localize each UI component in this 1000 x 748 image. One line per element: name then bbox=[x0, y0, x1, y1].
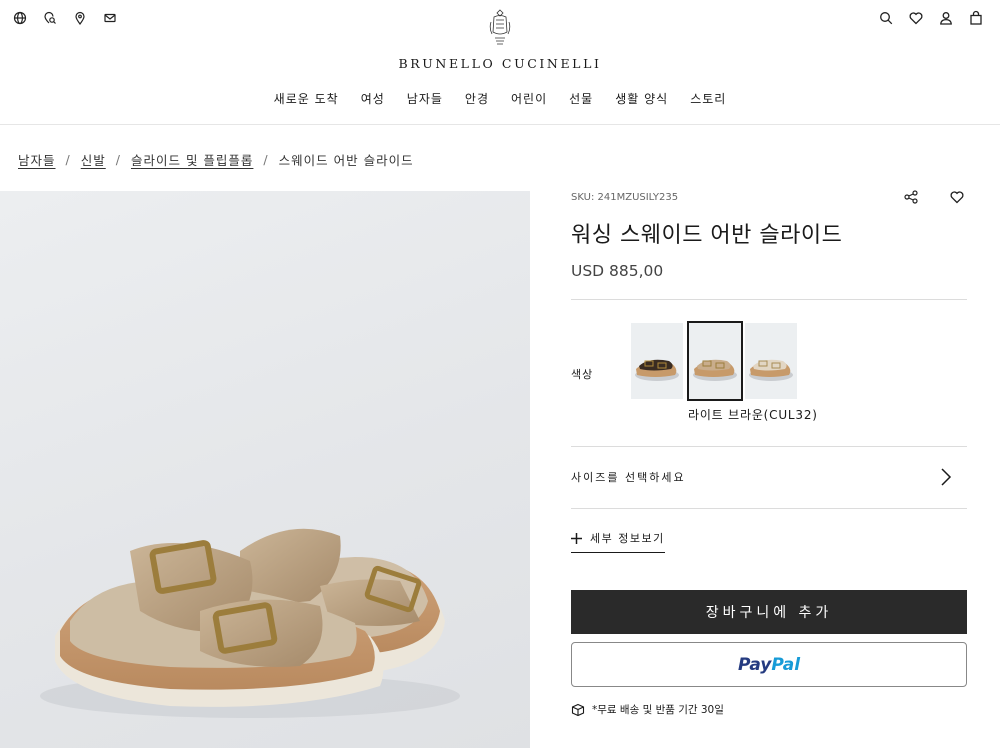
color-swatch-dark[interactable] bbox=[631, 323, 683, 399]
paypal-button[interactable]: PayPal bbox=[571, 642, 967, 687]
main-nav: 새로운 도착 여성 남자들 안경 어린이 선물 생활 양식 스토리 bbox=[0, 90, 1000, 107]
product-price: USD 885,00 bbox=[571, 262, 664, 280]
shipping-note: *무료 배송 및 반품 기간 30일 bbox=[571, 702, 724, 717]
product-image[interactable] bbox=[0, 191, 530, 748]
breadcrumb-separator: / bbox=[65, 152, 71, 167]
color-swatch-light-brown[interactable] bbox=[687, 321, 743, 401]
header-divider bbox=[0, 124, 1000, 125]
search-icon[interactable] bbox=[878, 10, 894, 26]
nav-item-gifts[interactable]: 선물 bbox=[569, 90, 593, 107]
divider bbox=[571, 508, 967, 509]
breadcrumb-separator: / bbox=[263, 152, 269, 167]
add-to-cart-button[interactable]: 장바구니에 추가 bbox=[571, 590, 967, 634]
share-icon[interactable] bbox=[903, 189, 919, 205]
divider bbox=[571, 299, 967, 300]
swatch-image bbox=[693, 359, 737, 381]
nav-item-new-arrivals[interactable]: 새로운 도착 bbox=[274, 90, 339, 107]
logo-emblem-icon bbox=[485, 8, 515, 52]
swatch-image bbox=[749, 359, 793, 381]
bag-icon[interactable] bbox=[968, 10, 984, 26]
wishlist-heart-icon[interactable] bbox=[949, 189, 965, 205]
utility-right bbox=[878, 10, 984, 26]
color-label: 색상 bbox=[571, 368, 594, 381]
nav-item-men[interactable]: 남자들 bbox=[407, 90, 443, 107]
nav-item-kids[interactable]: 어린이 bbox=[511, 90, 547, 107]
breadcrumb-link-shoes[interactable]: 신발 bbox=[81, 150, 106, 169]
size-selector[interactable]: 사이즈를 선택하세요 bbox=[571, 447, 967, 508]
color-swatch-beige[interactable] bbox=[745, 323, 797, 399]
product-title: 워싱 스웨이드 어반 슬라이드 bbox=[571, 223, 843, 248]
nav-item-eyewear[interactable]: 안경 bbox=[465, 90, 489, 107]
nav-item-lifestyle[interactable]: 생활 양식 bbox=[615, 90, 668, 107]
details-toggle[interactable]: 세부 정보보기 bbox=[571, 530, 665, 553]
sandal-illustration bbox=[40, 528, 460, 718]
breadcrumb: 남자들 / 신발 / 슬라이드 및 플립플롭 / 스웨이드 어반 슬라이드 bbox=[18, 150, 414, 169]
chevron-right-icon bbox=[937, 467, 955, 487]
box-icon bbox=[571, 703, 585, 717]
breadcrumb-link-men[interactable]: 남자들 bbox=[18, 150, 56, 169]
brand-logo[interactable]: BRUNELLO CUCINELLI bbox=[0, 8, 1000, 71]
brand-name: BRUNELLO CUCINELLI bbox=[398, 56, 602, 71]
product-sku: SKU: 241MZUSILY235 bbox=[571, 192, 679, 203]
paypal-logo: PayPal bbox=[737, 654, 801, 675]
nav-item-stories[interactable]: 스토리 bbox=[690, 90, 726, 107]
selected-color-name: 라이트 브라운(CUL32) bbox=[688, 408, 818, 422]
heart-icon[interactable] bbox=[908, 10, 924, 26]
shipping-note-text: *무료 배송 및 반품 기간 30일 bbox=[592, 704, 724, 716]
plus-icon bbox=[571, 532, 582, 544]
details-toggle-label: 세부 정보보기 bbox=[590, 532, 665, 545]
size-selector-label: 사이즈를 선택하세요 bbox=[571, 471, 686, 484]
breadcrumb-separator: / bbox=[115, 152, 121, 167]
user-icon[interactable] bbox=[938, 10, 954, 26]
breadcrumb-link-slides[interactable]: 슬라이드 및 플립플롭 bbox=[131, 150, 253, 169]
swatch-image bbox=[635, 359, 679, 381]
breadcrumb-current: 스웨이드 어반 슬라이드 bbox=[278, 153, 414, 168]
nav-item-women[interactable]: 여성 bbox=[361, 90, 385, 107]
